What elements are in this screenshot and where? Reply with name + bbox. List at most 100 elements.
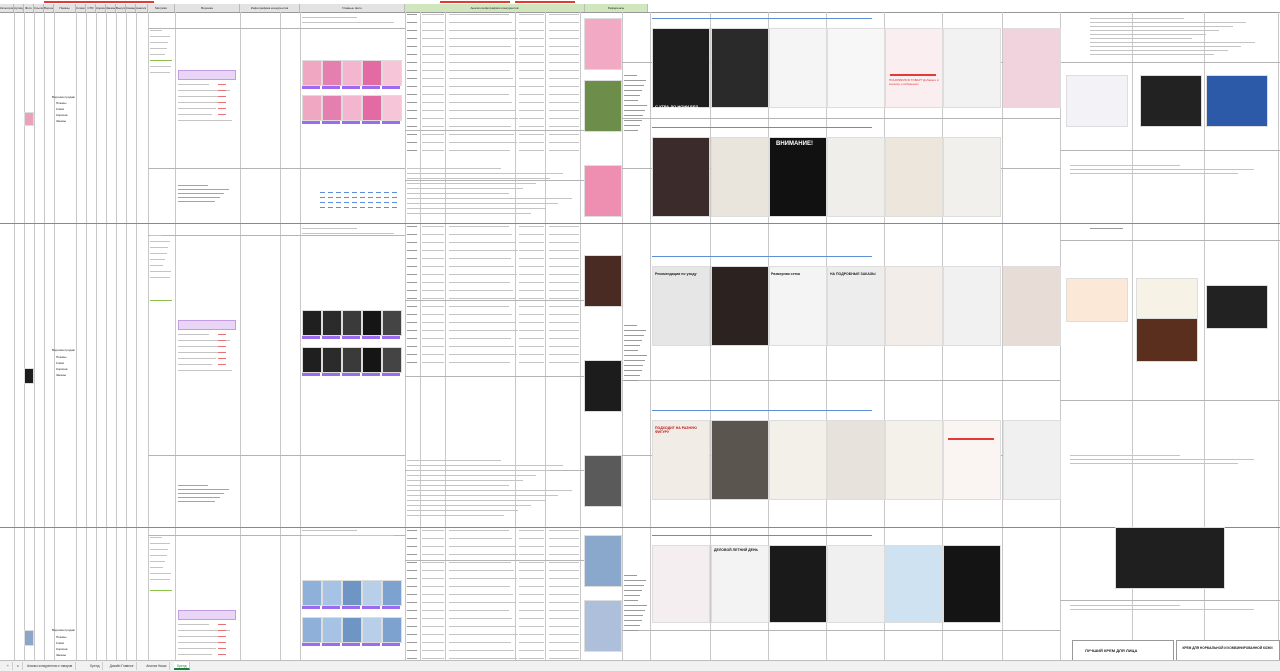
product-photo[interactable] bbox=[362, 95, 382, 121]
reference-image[interactable] bbox=[1206, 285, 1268, 329]
infographic-card[interactable] bbox=[652, 28, 710, 108]
product-photo[interactable] bbox=[302, 60, 322, 86]
reference-image[interactable] bbox=[1140, 75, 1202, 127]
infographic-card[interactable] bbox=[652, 266, 710, 346]
product-photo[interactable] bbox=[342, 580, 362, 606]
sheet-tab[interactable]: Дизайн Главное bbox=[107, 662, 138, 670]
infographic-card[interactable] bbox=[943, 137, 1001, 217]
product-photo[interactable] bbox=[362, 347, 382, 373]
column-header[interactable]: Инфографика конкурентов bbox=[240, 4, 300, 12]
product-photo[interactable] bbox=[362, 60, 382, 86]
product-photo[interactable] bbox=[362, 617, 382, 643]
infographic-card[interactable] bbox=[769, 28, 827, 108]
column-header[interactable]: Корзина bbox=[96, 4, 106, 12]
product-photo[interactable] bbox=[322, 580, 342, 606]
column-header[interactable]: Клики bbox=[76, 4, 86, 12]
product-thumbnail[interactable] bbox=[24, 630, 34, 646]
product-photo[interactable] bbox=[342, 310, 362, 336]
competitor-photo[interactable] bbox=[584, 360, 622, 412]
column-header[interactable]: Заказы bbox=[106, 4, 116, 12]
infographic-card[interactable] bbox=[652, 545, 710, 623]
infographic-card[interactable] bbox=[652, 137, 710, 217]
product-photo[interactable] bbox=[322, 95, 342, 121]
reference-image[interactable] bbox=[1066, 278, 1128, 322]
infographic-card[interactable] bbox=[827, 420, 885, 500]
infographic-card[interactable] bbox=[827, 137, 885, 217]
infographic-card[interactable] bbox=[943, 266, 1001, 346]
column-header[interactable]: Главные фото bbox=[300, 4, 405, 12]
column-header[interactable]: Метрики bbox=[148, 4, 175, 12]
product-photo[interactable] bbox=[382, 617, 402, 643]
product-photo[interactable] bbox=[362, 310, 382, 336]
infographic-card[interactable] bbox=[711, 137, 769, 217]
infographic-card[interactable] bbox=[827, 28, 885, 108]
sheet-tab[interactable]: Бренд bbox=[87, 662, 104, 670]
reference-image[interactable] bbox=[1176, 640, 1280, 662]
competitor-photo[interactable] bbox=[584, 18, 622, 70]
competitor-photo[interactable] bbox=[584, 455, 622, 507]
competitor-photo[interactable] bbox=[584, 80, 622, 132]
infographic-card[interactable] bbox=[885, 420, 943, 500]
competitor-photo[interactable] bbox=[584, 600, 622, 652]
product-photo[interactable] bbox=[302, 347, 322, 373]
infographic-card[interactable] bbox=[769, 137, 827, 217]
product-photo[interactable] bbox=[322, 310, 342, 336]
product-photo[interactable] bbox=[322, 347, 342, 373]
product-photo[interactable] bbox=[362, 580, 382, 606]
infographic-card[interactable] bbox=[885, 28, 943, 108]
column-header[interactable]: Артикул bbox=[14, 4, 24, 12]
column-header[interactable]: Референсы bbox=[585, 4, 648, 12]
column-header[interactable]: Конверсия bbox=[126, 4, 136, 12]
infographic-card[interactable] bbox=[827, 266, 885, 346]
infographic-card[interactable] bbox=[885, 266, 943, 346]
infographic-card[interactable] bbox=[711, 545, 769, 623]
product-thumbnail[interactable] bbox=[24, 368, 34, 384]
column-header[interactable]: Категория bbox=[0, 4, 14, 12]
column-header[interactable]: CTR bbox=[86, 4, 96, 12]
competitor-photo[interactable] bbox=[584, 255, 622, 307]
product-photo[interactable] bbox=[382, 347, 402, 373]
column-header[interactable]: Фото bbox=[24, 4, 34, 12]
infographic-card[interactable] bbox=[885, 137, 943, 217]
product-photo[interactable] bbox=[382, 580, 402, 606]
product-photo[interactable] bbox=[302, 617, 322, 643]
column-header[interactable]: Показы bbox=[54, 4, 76, 12]
column-header[interactable]: Выкупы bbox=[116, 4, 126, 12]
infographic-card[interactable] bbox=[943, 28, 1001, 108]
infographic-card[interactable] bbox=[769, 266, 827, 346]
competitor-photo[interactable] bbox=[584, 165, 622, 217]
infographic-card[interactable] bbox=[943, 420, 1001, 500]
sheet-tab[interactable]: Анализ конкурентов и товаров bbox=[24, 662, 77, 670]
infographic-card[interactable] bbox=[711, 420, 769, 500]
infographic-card[interactable] bbox=[769, 545, 827, 623]
infographic-card[interactable] bbox=[885, 545, 943, 623]
product-photo[interactable] bbox=[302, 95, 322, 121]
column-header[interactable]: Воронка продаж bbox=[44, 4, 54, 12]
column-header[interactable]: Воронка bbox=[175, 4, 240, 12]
product-photo[interactable] bbox=[382, 310, 402, 336]
product-photo[interactable] bbox=[382, 60, 402, 86]
column-header[interactable]: Ссылка bbox=[34, 4, 44, 12]
product-photo[interactable] bbox=[302, 310, 322, 336]
sheet-tab[interactable]: ≡ bbox=[14, 662, 23, 670]
product-photo[interactable] bbox=[302, 580, 322, 606]
infographic-card[interactable] bbox=[769, 420, 827, 500]
product-thumbnail[interactable] bbox=[24, 112, 34, 126]
infographic-card[interactable] bbox=[943, 545, 1001, 623]
infographic-card[interactable] bbox=[711, 266, 769, 346]
sheet-tab[interactable]: + bbox=[4, 662, 13, 670]
sheet-tab[interactable]: Бренд bbox=[174, 662, 191, 670]
column-header[interactable]: Анализ инфографики конкурентов bbox=[405, 4, 585, 12]
sheet-tab[interactable]: Анализ Ниши bbox=[143, 662, 171, 670]
product-photo[interactable] bbox=[342, 347, 362, 373]
product-photo[interactable] bbox=[322, 60, 342, 86]
reference-image[interactable] bbox=[1136, 278, 1198, 322]
reference-image[interactable] bbox=[1115, 527, 1225, 589]
infographic-card[interactable] bbox=[1003, 28, 1061, 108]
infographic-card[interactable] bbox=[1003, 420, 1061, 500]
infographic-card[interactable] bbox=[1003, 266, 1061, 346]
product-photo[interactable] bbox=[342, 617, 362, 643]
competitor-photo[interactable] bbox=[584, 535, 622, 587]
product-photo[interactable] bbox=[342, 60, 362, 86]
reference-image[interactable] bbox=[1066, 75, 1128, 127]
